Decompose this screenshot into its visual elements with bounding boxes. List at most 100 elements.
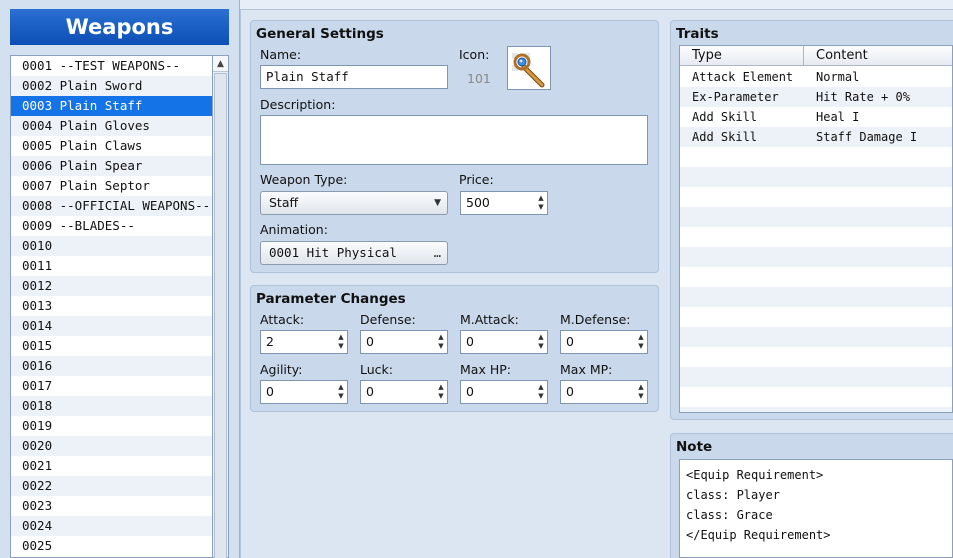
icon-index: 101 [467,71,491,86]
weapon-list-item[interactable]: 0002 Plain Sword [11,76,212,96]
traits-row[interactable] [680,267,952,287]
spinner-arrows-icon[interactable]: ▲ ▼ [337,383,345,401]
description-input[interactable] [260,115,648,165]
note-title: Note [676,439,713,455]
param-input[interactable]: 0 ▲ ▼ [360,330,448,354]
traits-row[interactable]: Attack Element Normal [680,67,952,87]
parameter-changes-title: Parameter Changes [256,291,406,307]
weapon-list-item[interactable]: 0012 [11,276,212,296]
weapon-list-item[interactable]: 0025 [11,536,212,556]
traits-title: Traits [676,26,719,42]
icon-picker[interactable] [507,46,551,90]
weapon-list-item[interactable]: 0019 [11,416,212,436]
param-label: Defense: [360,312,416,327]
name-input[interactable]: Plain Staff [260,65,448,89]
spinner-arrows-icon[interactable]: ▲ ▼ [437,333,445,351]
weapon-list-item[interactable]: 0008 --OFFICIAL WEAPONS-- [11,196,212,216]
traits-row[interactable] [680,207,952,227]
traits-row[interactable] [680,227,952,247]
traits-row[interactable]: Ex-Parameter Hit Rate + 0% [680,87,952,107]
weapon-type-value: Staff [269,195,299,210]
spinner-arrows-icon[interactable]: ▲ ▼ [537,333,545,351]
weapon-list-item[interactable]: 0013 [11,296,212,316]
scroll-up-arrow-icon[interactable]: ▲ [213,56,228,72]
weapon-list-item[interactable]: 0014 [11,316,212,336]
weapon-list-item[interactable]: 0018 [11,396,212,416]
spinner-arrows-icon[interactable]: ▲ ▼ [437,383,445,401]
traits-table[interactable]: Type Content Attack Element Normal Ex-Para… [679,45,953,413]
weapons-title: Weapons [10,9,229,45]
weapon-list-item[interactable]: 0024 [11,516,212,536]
param-value: 2 [266,334,274,349]
weapon-list-item[interactable]: 0017 [11,376,212,396]
dropdown-arrow-icon: ▼ [434,198,441,208]
weapon-list-item[interactable]: 0003 Plain Staff [11,96,212,116]
param-value: 0 [366,334,374,349]
param-label: Max MP: [560,362,613,377]
traits-row[interactable] [680,367,952,387]
param-value: 0 [366,384,374,399]
animation-label: Animation: [260,222,328,237]
param-label: Luck: [360,362,393,377]
weapon-list-item[interactable]: 0011 [11,256,212,276]
param-value: 0 [266,384,274,399]
price-spinner-icon[interactable]: ▲ ▼ [537,194,545,212]
traits-row[interactable] [680,187,952,207]
animation-value: 0001 Hit Physical [269,245,397,260]
param-label: M.Attack: [460,312,519,327]
traits-row[interactable] [680,307,952,327]
param-input[interactable]: 0 ▲ ▼ [560,380,648,404]
traits-row[interactable] [680,387,952,407]
note-line: class: Grace [686,508,773,522]
weapon-list-item[interactable]: 0020 [11,436,212,456]
weapon-list-item[interactable]: 0005 Plain Claws [11,136,212,156]
traits-col-content[interactable]: Content [804,46,952,66]
weapon-list-item[interactable]: 0016 [11,356,212,376]
note-line: </Equip Requirement> [686,528,831,542]
traits-row[interactable] [680,287,952,307]
spinner-arrows-icon[interactable]: ▲ ▼ [537,383,545,401]
animation-select[interactable]: 0001 Hit Physical … [260,241,448,265]
note-line: class: Player [686,488,780,502]
traits-row[interactable]: Add Skill Heal I [680,107,952,127]
weapon-list-item[interactable]: 0009 --BLADES-- [11,216,212,236]
weapon-list-item[interactable]: 0021 [11,456,212,476]
spinner-arrows-icon[interactable]: ▲ ▼ [637,333,645,351]
weapon-list-item[interactable]: 0023 [11,496,212,516]
traits-row[interactable] [680,407,952,412]
traits-row[interactable] [680,147,952,167]
weapon-list-item[interactable]: 0022 [11,476,212,496]
spinner-arrows-icon[interactable]: ▲ ▼ [637,383,645,401]
traits-row[interactable] [680,327,952,347]
param-input[interactable]: 0 ▲ ▼ [260,380,348,404]
weapon-list-item[interactable]: 0007 Plain Septor [11,176,212,196]
weapon-list-item[interactable]: 0010 [11,236,212,256]
traits-row[interactable] [680,167,952,187]
traits-rows: Attack Element Normal Ex-Parameter Hit Rate… [680,67,952,412]
weapon-list[interactable]: 0001 --TEST WEAPONS-- 0002 Plain Sword 000… [10,55,213,558]
note-textarea[interactable]: <Equip Requirement> class: Player class: G… [679,459,953,558]
trait-content: Staff Damage I [816,130,918,144]
spinner-arrows-icon[interactable]: ▲ ▼ [337,333,345,351]
traits-row[interactable] [680,347,952,367]
weapon-list-item[interactable]: 0015 [11,336,212,356]
price-input[interactable]: 500 ▲ ▼ [460,191,548,215]
icon-label: Icon: [459,47,490,62]
traits-row[interactable] [680,247,952,267]
weapon-list-item[interactable]: 0006 Plain Spear [11,156,212,176]
traits-row[interactable]: Add Skill Staff Damage I [680,127,952,147]
weapon-list-item[interactable]: 0001 --TEST WEAPONS-- [11,56,212,76]
scroll-thumb[interactable] [214,73,227,558]
param-input[interactable]: 0 ▲ ▼ [360,380,448,404]
trait-content: Normal [816,70,860,84]
param-input[interactable]: 0 ▲ ▼ [560,330,648,354]
weapon-list-item[interactable]: 0004 Plain Gloves [11,116,212,136]
param-input[interactable]: 2 ▲ ▼ [260,330,348,354]
weapon-list-scrollbar[interactable]: ▲ [213,55,229,558]
param-value: 0 [466,384,474,399]
param-input[interactable]: 0 ▲ ▼ [460,330,548,354]
ellipsis-button[interactable]: … [434,242,441,264]
traits-col-type[interactable]: Type [680,46,804,66]
weapon-type-select[interactable]: Staff ▼ [260,191,448,215]
param-input[interactable]: 0 ▲ ▼ [460,380,548,404]
